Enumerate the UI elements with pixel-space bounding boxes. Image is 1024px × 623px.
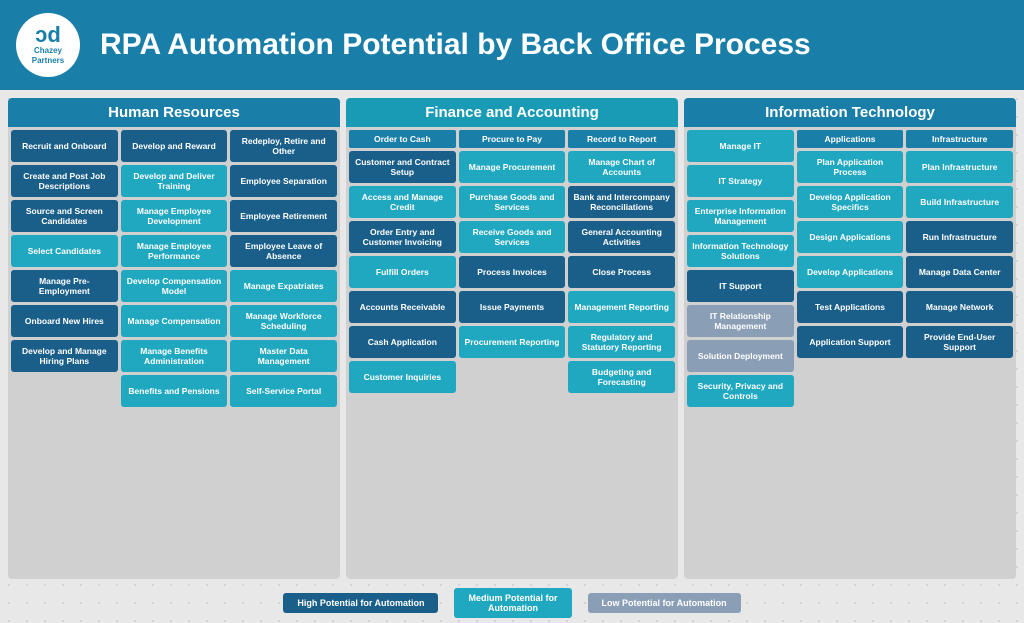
section-fa: Finance and Accounting Order to Cash Cus…: [346, 98, 678, 579]
section-fa-title: Finance and Accounting: [346, 98, 678, 127]
hr-manage-benefits: Manage Benefits Administration: [121, 340, 228, 372]
it-col-3: Infrastructure Plan Infrastructure Build…: [906, 130, 1013, 576]
it-develop-apps: Develop Applications: [797, 256, 904, 288]
it-plan-app: Plan Application Process: [797, 151, 904, 183]
it-security: Security, Privacy and Controls: [687, 375, 794, 407]
fa-regulatory: Regulatory and Statutory Reporting: [568, 326, 675, 358]
hr-create-post: Create and Post Job Descriptions: [11, 165, 118, 197]
section-it: Information Technology Manage IT IT Stra…: [684, 98, 1016, 579]
fa-col-2: Procure to Pay Manage Procurement Purcha…: [459, 130, 566, 576]
it-design-apps: Design Applications: [797, 221, 904, 253]
hr-manage-expats: Manage Expatriates: [230, 270, 337, 302]
logo: ↄd ChazeyPartners: [16, 13, 80, 77]
fa-budgeting: Budgeting and Forecasting: [568, 361, 675, 393]
legend-medium: Medium Potential forAutomation: [454, 588, 571, 618]
it-infra-header: Infrastructure: [906, 130, 1013, 148]
fa-manage-procurement: Manage Procurement: [459, 151, 566, 183]
footer-legend: High Potential for Automation Medium Pot…: [0, 583, 1024, 623]
hr-col-1: Recruit and Onboard Create and Post Job …: [11, 130, 118, 576]
it-develop-app-spec: Develop Application Specifics: [797, 186, 904, 218]
fa-customer-contract: Customer and Contract Setup: [349, 151, 456, 183]
it-app-support: Application Support: [797, 326, 904, 358]
hr-manage-comp: Manage Compensation: [121, 305, 228, 337]
hr-self-service: Self-Service Portal: [230, 375, 337, 407]
fa-purchase-goods: Purchase Goods and Services: [459, 186, 566, 218]
fa-accounts-receivable: Accounts Receivable: [349, 291, 456, 323]
hr-select-candidates: Select Candidates: [11, 235, 118, 267]
hr-recruit-onboard: Recruit and Onboard: [11, 130, 118, 162]
hr-source-screen: Source and Screen Candidates: [11, 200, 118, 232]
section-it-body: Manage IT IT Strategy Enterprise Informa…: [684, 127, 1016, 579]
fa-customer-inquiries: Customer Inquiries: [349, 361, 456, 393]
it-plan-infra: Plan Infrastructure: [906, 151, 1013, 183]
hr-develop-manage-hiring: Develop and Manage Hiring Plans: [11, 340, 118, 372]
fa-process-invoices: Process Invoices: [459, 256, 566, 288]
fa-fulfill-orders: Fulfill Orders: [349, 256, 456, 288]
it-manage-dc: Manage Data Center: [906, 256, 1013, 288]
main-content: Human Resources Recruit and Onboard Crea…: [0, 90, 1024, 583]
legend-low: Low Potential for Automation: [588, 593, 741, 613]
it-solutions: Information Technology Solutions: [687, 235, 794, 267]
fa-col-3: Record to Report Manage Chart of Account…: [568, 130, 675, 576]
fa-p2p-header: Procure to Pay: [459, 130, 566, 148]
hr-col-2: Develop and Reward Develop and Deliver T…: [121, 130, 228, 576]
hr-manage-pre: Manage Pre-Employment: [11, 270, 118, 302]
fa-procurement-reporting: Procurement Reporting: [459, 326, 566, 358]
fa-col-1: Order to Cash Customer and Contract Setu…: [349, 130, 456, 576]
fa-cash-application: Cash Application: [349, 326, 456, 358]
section-fa-body: Order to Cash Customer and Contract Setu…: [346, 127, 678, 579]
fa-issue-payments: Issue Payments: [459, 291, 566, 323]
it-col-2: Applications Plan Application Process De…: [797, 130, 904, 576]
fa-general-accounting: General Accounting Activities: [568, 221, 675, 253]
it-test-apps: Test Applications: [797, 291, 904, 323]
section-hr: Human Resources Recruit and Onboard Crea…: [8, 98, 340, 579]
page-wrapper: ↄd ChazeyPartners RPA Automation Potenti…: [0, 0, 1024, 623]
logo-icon: ↄd: [35, 24, 61, 46]
hr-employee-sep: Employee Separation: [230, 165, 337, 197]
hr-benefits-pensions: Benefits and Pensions: [121, 375, 228, 407]
section-hr-title: Human Resources: [8, 98, 340, 127]
hr-col-3: Redeploy, Retire and Other Employee Sepa…: [230, 130, 337, 576]
hr-develop-comp-model: Develop Compensation Model: [121, 270, 228, 302]
fa-bank-recon: Bank and Intercompany Reconciliations: [568, 186, 675, 218]
fa-close-process: Close Process: [568, 256, 675, 288]
hr-workforce-sched: Manage Workforce Scheduling: [230, 305, 337, 337]
fa-access-manage-credit: Access and Manage Credit: [349, 186, 456, 218]
fa-receive-goods: Receive Goods and Services: [459, 221, 566, 253]
page-title: RPA Automation Potential by Back Office …: [100, 28, 811, 62]
logo-text: ChazeyPartners: [32, 46, 64, 65]
it-apps-header: Applications: [797, 130, 904, 148]
header: ↄd ChazeyPartners RPA Automation Potenti…: [0, 0, 1024, 90]
section-it-title: Information Technology: [684, 98, 1016, 127]
it-manage-network: Manage Network: [906, 291, 1013, 323]
it-relationship: IT Relationship Management: [687, 305, 794, 337]
it-strategy: IT Strategy: [687, 165, 794, 197]
it-run-infra: Run Infrastructure: [906, 221, 1013, 253]
hr-redeploy: Redeploy, Retire and Other: [230, 130, 337, 162]
it-end-user-support: Provide End-User Support: [906, 326, 1013, 358]
hr-onboard-new: Onboard New Hires: [11, 305, 118, 337]
fa-mgmt-reporting: Management Reporting: [568, 291, 675, 323]
legend-high: High Potential for Automation: [283, 593, 438, 613]
fa-r2r-header: Record to Report: [568, 130, 675, 148]
it-solution-deploy: Solution Deployment: [687, 340, 794, 372]
it-col-1: Manage IT IT Strategy Enterprise Informa…: [687, 130, 794, 576]
hr-manage-employee-dev: Manage Employee Development: [121, 200, 228, 232]
fa-manage-chart: Manage Chart of Accounts: [568, 151, 675, 183]
it-support: IT Support: [687, 270, 794, 302]
it-build-infra: Build Infrastructure: [906, 186, 1013, 218]
hr-develop-deliver: Develop and Deliver Training: [121, 165, 228, 197]
hr-master-data: Master Data Management: [230, 340, 337, 372]
it-manage-it: Manage IT: [687, 130, 794, 162]
fa-order-entry: Order Entry and Customer Invoicing: [349, 221, 456, 253]
section-hr-body: Recruit and Onboard Create and Post Job …: [8, 127, 340, 579]
fa-o2c-header: Order to Cash: [349, 130, 456, 148]
hr-manage-employee-perf: Manage Employee Performance: [121, 235, 228, 267]
hr-employee-leave: Employee Leave of Absence: [230, 235, 337, 267]
hr-employee-retire: Employee Retirement: [230, 200, 337, 232]
hr-develop-reward: Develop and Reward: [121, 130, 228, 162]
it-enterprise-info: Enterprise Information Management: [687, 200, 794, 232]
